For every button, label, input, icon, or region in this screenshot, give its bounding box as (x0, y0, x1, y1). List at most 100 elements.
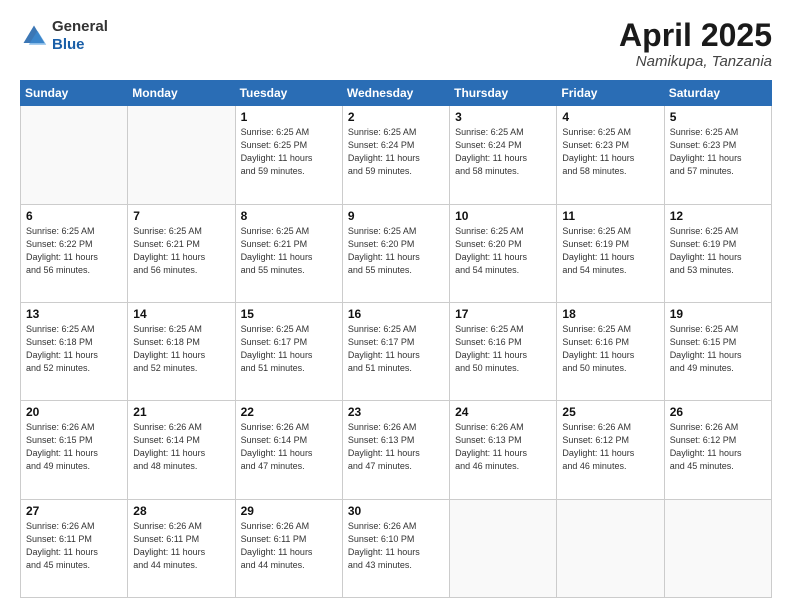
calendar-cell (450, 499, 557, 597)
calendar-cell: 8 Sunrise: 6:25 AM Sunset: 6:21 PM Daylig… (235, 204, 342, 302)
calendar-cell: 27Sunrise: 6:26 AM Sunset: 6:11 PM Dayli… (21, 499, 128, 597)
calendar-cell: 15 Sunrise: 6:25 AM Sunset: 6:17 PM Dayli… (235, 302, 342, 400)
day-number: 3 (455, 110, 551, 124)
week-row-2: 6 Sunrise: 6:25 AM Sunset: 6:22 PM Daylig… (21, 204, 772, 302)
day-info: Sunrise: 6:25 AM Sunset: 6:18 PM Dayligh… (26, 323, 122, 375)
header: General Blue April 2025 Namikupa, Tanzan… (20, 18, 772, 70)
day-number: 28 (133, 504, 229, 518)
calendar-cell: 4 Sunrise: 6:25 AM Sunset: 6:23 PM Daylig… (557, 106, 664, 204)
day-number: 14 (133, 307, 229, 321)
day-number: 13 (26, 307, 122, 321)
day-number: 29 (241, 504, 337, 518)
calendar-cell: 19 Sunrise: 6:25 AM Sunset: 6:15 PM Dayli… (664, 302, 771, 400)
day-info: Sunrise: 6:25 AM Sunset: 6:15 PM Dayligh… (670, 323, 766, 375)
day-number: 17 (455, 307, 551, 321)
header-monday: Monday (128, 81, 235, 106)
day-info: Sunrise: 6:25 AM Sunset: 6:16 PM Dayligh… (455, 323, 551, 375)
day-info: Sunrise: 6:26 AM Sunset: 6:12 PM Dayligh… (562, 421, 658, 473)
day-info: Sunrise: 6:26 AM Sunset: 6:13 PM Dayligh… (348, 421, 444, 473)
day-number: 30 (348, 504, 444, 518)
day-number: 27 (26, 504, 122, 518)
day-info: Sunrise: 6:25 AM Sunset: 6:25 PM Dayligh… (241, 126, 337, 178)
calendar-cell (21, 106, 128, 204)
day-info: Sunrise: 6:25 AM Sunset: 6:20 PM Dayligh… (455, 225, 551, 277)
calendar-cell: 14 Sunrise: 6:25 AM Sunset: 6:18 PM Dayli… (128, 302, 235, 400)
day-number: 15 (241, 307, 337, 321)
day-info: Sunrise: 6:25 AM Sunset: 6:19 PM Dayligh… (562, 225, 658, 277)
day-number: 11 (562, 209, 658, 223)
title-location: Namikupa, Tanzania (619, 53, 772, 70)
day-number: 23 (348, 405, 444, 419)
header-thursday: Thursday (450, 81, 557, 106)
calendar-cell: 7Sunrise: 6:25 AM Sunset: 6:21 PM Daylig… (128, 204, 235, 302)
day-number: 8 (241, 209, 337, 223)
day-info: Sunrise: 6:25 AM Sunset: 6:19 PM Dayligh… (670, 225, 766, 277)
day-number: 9 (348, 209, 444, 223)
day-info: Sunrise: 6:26 AM Sunset: 6:14 PM Dayligh… (133, 421, 229, 473)
calendar-cell (664, 499, 771, 597)
day-info: Sunrise: 6:25 AM Sunset: 6:20 PM Dayligh… (348, 225, 444, 277)
day-info: Sunrise: 6:26 AM Sunset: 6:13 PM Dayligh… (455, 421, 551, 473)
day-info: Sunrise: 6:26 AM Sunset: 6:14 PM Dayligh… (241, 421, 337, 473)
day-number: 18 (562, 307, 658, 321)
day-info: Sunrise: 6:26 AM Sunset: 6:11 PM Dayligh… (133, 520, 229, 572)
calendar-cell: 20 Sunrise: 6:26 AM Sunset: 6:15 PM Dayli… (21, 401, 128, 499)
day-info: Sunrise: 6:25 AM Sunset: 6:16 PM Dayligh… (562, 323, 658, 375)
day-number: 2 (348, 110, 444, 124)
calendar-cell: 17 Sunrise: 6:25 AM Sunset: 6:16 PM Dayli… (450, 302, 557, 400)
day-info: Sunrise: 6:25 AM Sunset: 6:18 PM Dayligh… (133, 323, 229, 375)
calendar-cell: 16 Sunrise: 6:25 AM Sunset: 6:17 PM Dayli… (342, 302, 449, 400)
day-info: Sunrise: 6:25 AM Sunset: 6:22 PM Dayligh… (26, 225, 122, 277)
day-number: 6 (26, 209, 122, 223)
day-number: 4 (562, 110, 658, 124)
header-tuesday: Tuesday (235, 81, 342, 106)
logo-text: General Blue (52, 18, 108, 54)
header-friday: Friday (557, 81, 664, 106)
day-number: 19 (670, 307, 766, 321)
calendar-cell: 18 Sunrise: 6:25 AM Sunset: 6:16 PM Dayli… (557, 302, 664, 400)
calendar-cell (128, 106, 235, 204)
calendar-cell: 30 Sunrise: 6:26 AM Sunset: 6:10 PM Dayli… (342, 499, 449, 597)
calendar-cell: 1Sunrise: 6:25 AM Sunset: 6:25 PM Daylig… (235, 106, 342, 204)
calendar-cell: 28 Sunrise: 6:26 AM Sunset: 6:11 PM Dayli… (128, 499, 235, 597)
day-number: 22 (241, 405, 337, 419)
calendar-cell: 21 Sunrise: 6:26 AM Sunset: 6:14 PM Dayli… (128, 401, 235, 499)
day-number: 21 (133, 405, 229, 419)
day-number: 25 (562, 405, 658, 419)
day-number: 7 (133, 209, 229, 223)
logo-icon (20, 22, 48, 50)
header-sunday: Sunday (21, 81, 128, 106)
calendar-cell: 29Sunrise: 6:26 AM Sunset: 6:11 PM Dayli… (235, 499, 342, 597)
day-info: Sunrise: 6:26 AM Sunset: 6:15 PM Dayligh… (26, 421, 122, 473)
day-info: Sunrise: 6:25 AM Sunset: 6:23 PM Dayligh… (670, 126, 766, 178)
day-number: 20 (26, 405, 122, 419)
week-row-3: 13 Sunrise: 6:25 AM Sunset: 6:18 PM Dayli… (21, 302, 772, 400)
calendar-cell: 22 Sunrise: 6:26 AM Sunset: 6:14 PM Dayli… (235, 401, 342, 499)
day-number: 26 (670, 405, 766, 419)
day-info: Sunrise: 6:25 AM Sunset: 6:17 PM Dayligh… (241, 323, 337, 375)
day-number: 24 (455, 405, 551, 419)
calendar-cell: 11 Sunrise: 6:25 AM Sunset: 6:19 PM Dayli… (557, 204, 664, 302)
header-wednesday: Wednesday (342, 81, 449, 106)
title-month: April 2025 (619, 18, 772, 53)
calendar-cell: 25 Sunrise: 6:26 AM Sunset: 6:12 PM Dayli… (557, 401, 664, 499)
header-saturday: Saturday (664, 81, 771, 106)
day-info: Sunrise: 6:25 AM Sunset: 6:17 PM Dayligh… (348, 323, 444, 375)
day-info: Sunrise: 6:25 AM Sunset: 6:24 PM Dayligh… (348, 126, 444, 178)
page: General Blue April 2025 Namikupa, Tanzan… (0, 0, 792, 612)
day-info: Sunrise: 6:26 AM Sunset: 6:10 PM Dayligh… (348, 520, 444, 572)
day-number: 16 (348, 307, 444, 321)
calendar-cell: 23 Sunrise: 6:26 AM Sunset: 6:13 PM Dayli… (342, 401, 449, 499)
calendar-cell: 3 Sunrise: 6:25 AM Sunset: 6:24 PM Daylig… (450, 106, 557, 204)
day-info: Sunrise: 6:25 AM Sunset: 6:24 PM Dayligh… (455, 126, 551, 178)
calendar-cell: 10Sunrise: 6:25 AM Sunset: 6:20 PM Dayli… (450, 204, 557, 302)
calendar-cell (557, 499, 664, 597)
calendar-cell: 12Sunrise: 6:25 AM Sunset: 6:19 PM Dayli… (664, 204, 771, 302)
day-info: Sunrise: 6:25 AM Sunset: 6:23 PM Dayligh… (562, 126, 658, 178)
calendar-table: Sunday Monday Tuesday Wednesday Thursday… (20, 80, 772, 598)
calendar-cell: 6 Sunrise: 6:25 AM Sunset: 6:22 PM Daylig… (21, 204, 128, 302)
calendar-cell: 2 Sunrise: 6:25 AM Sunset: 6:24 PM Daylig… (342, 106, 449, 204)
calendar-cell: 24 Sunrise: 6:26 AM Sunset: 6:13 PM Dayli… (450, 401, 557, 499)
title-block: April 2025 Namikupa, Tanzania (619, 18, 772, 70)
day-info: Sunrise: 6:25 AM Sunset: 6:21 PM Dayligh… (241, 225, 337, 277)
